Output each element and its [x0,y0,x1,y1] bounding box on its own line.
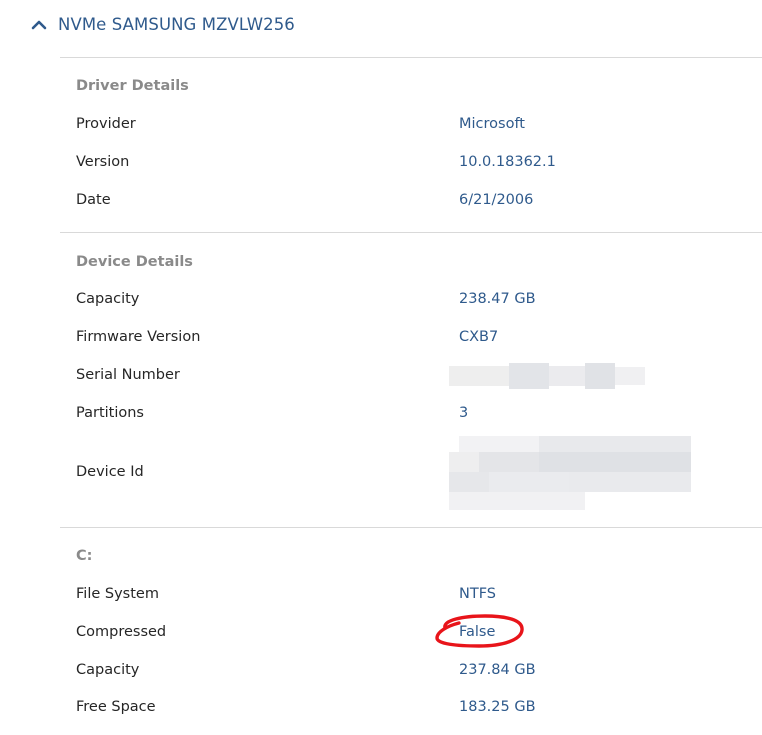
device-id-redacted [449,436,691,510]
chevron-up-icon[interactable] [30,15,48,33]
date-label: Date [76,192,111,208]
device-header[interactable]: NVMe SAMSUNG MZVLW256 [30,10,295,38]
compressed-label: Compressed [76,624,167,640]
divider [60,232,762,233]
annotation-circle [435,614,524,648]
section-title-volume: C: [76,548,93,564]
partitions-label: Partitions [76,405,144,421]
version-value: 10.0.18362.1 [459,154,556,170]
firmware-version-label: Firmware Version [76,329,201,345]
volume-capacity-value: 237.84 GB [459,662,536,678]
capacity-value: 238.47 GB [459,291,536,307]
volume-capacity-label: Capacity [76,662,140,678]
provider-label: Provider [76,116,136,132]
device-id-label: Device Id [76,464,144,480]
firmware-version-value: CXB7 [459,329,499,345]
device-title: NVMe SAMSUNG MZVLW256 [58,14,295,34]
serial-number-redacted [449,363,645,389]
capacity-label: Capacity [76,291,140,307]
section-title-device-details: Device Details [76,254,193,270]
divider [60,527,762,528]
free-space-value: 183.25 GB [459,699,536,715]
file-system-label: File System [76,586,159,602]
date-value: 6/21/2006 [459,192,534,208]
serial-number-label: Serial Number [76,367,180,383]
section-title-driver-details: Driver Details [76,78,189,94]
partitions-value: 3 [459,405,469,421]
version-label: Version [76,154,130,170]
divider [60,57,762,58]
file-system-value: NTFS [459,586,496,602]
free-space-label: Free Space [76,699,156,715]
provider-value: Microsoft [459,116,525,132]
